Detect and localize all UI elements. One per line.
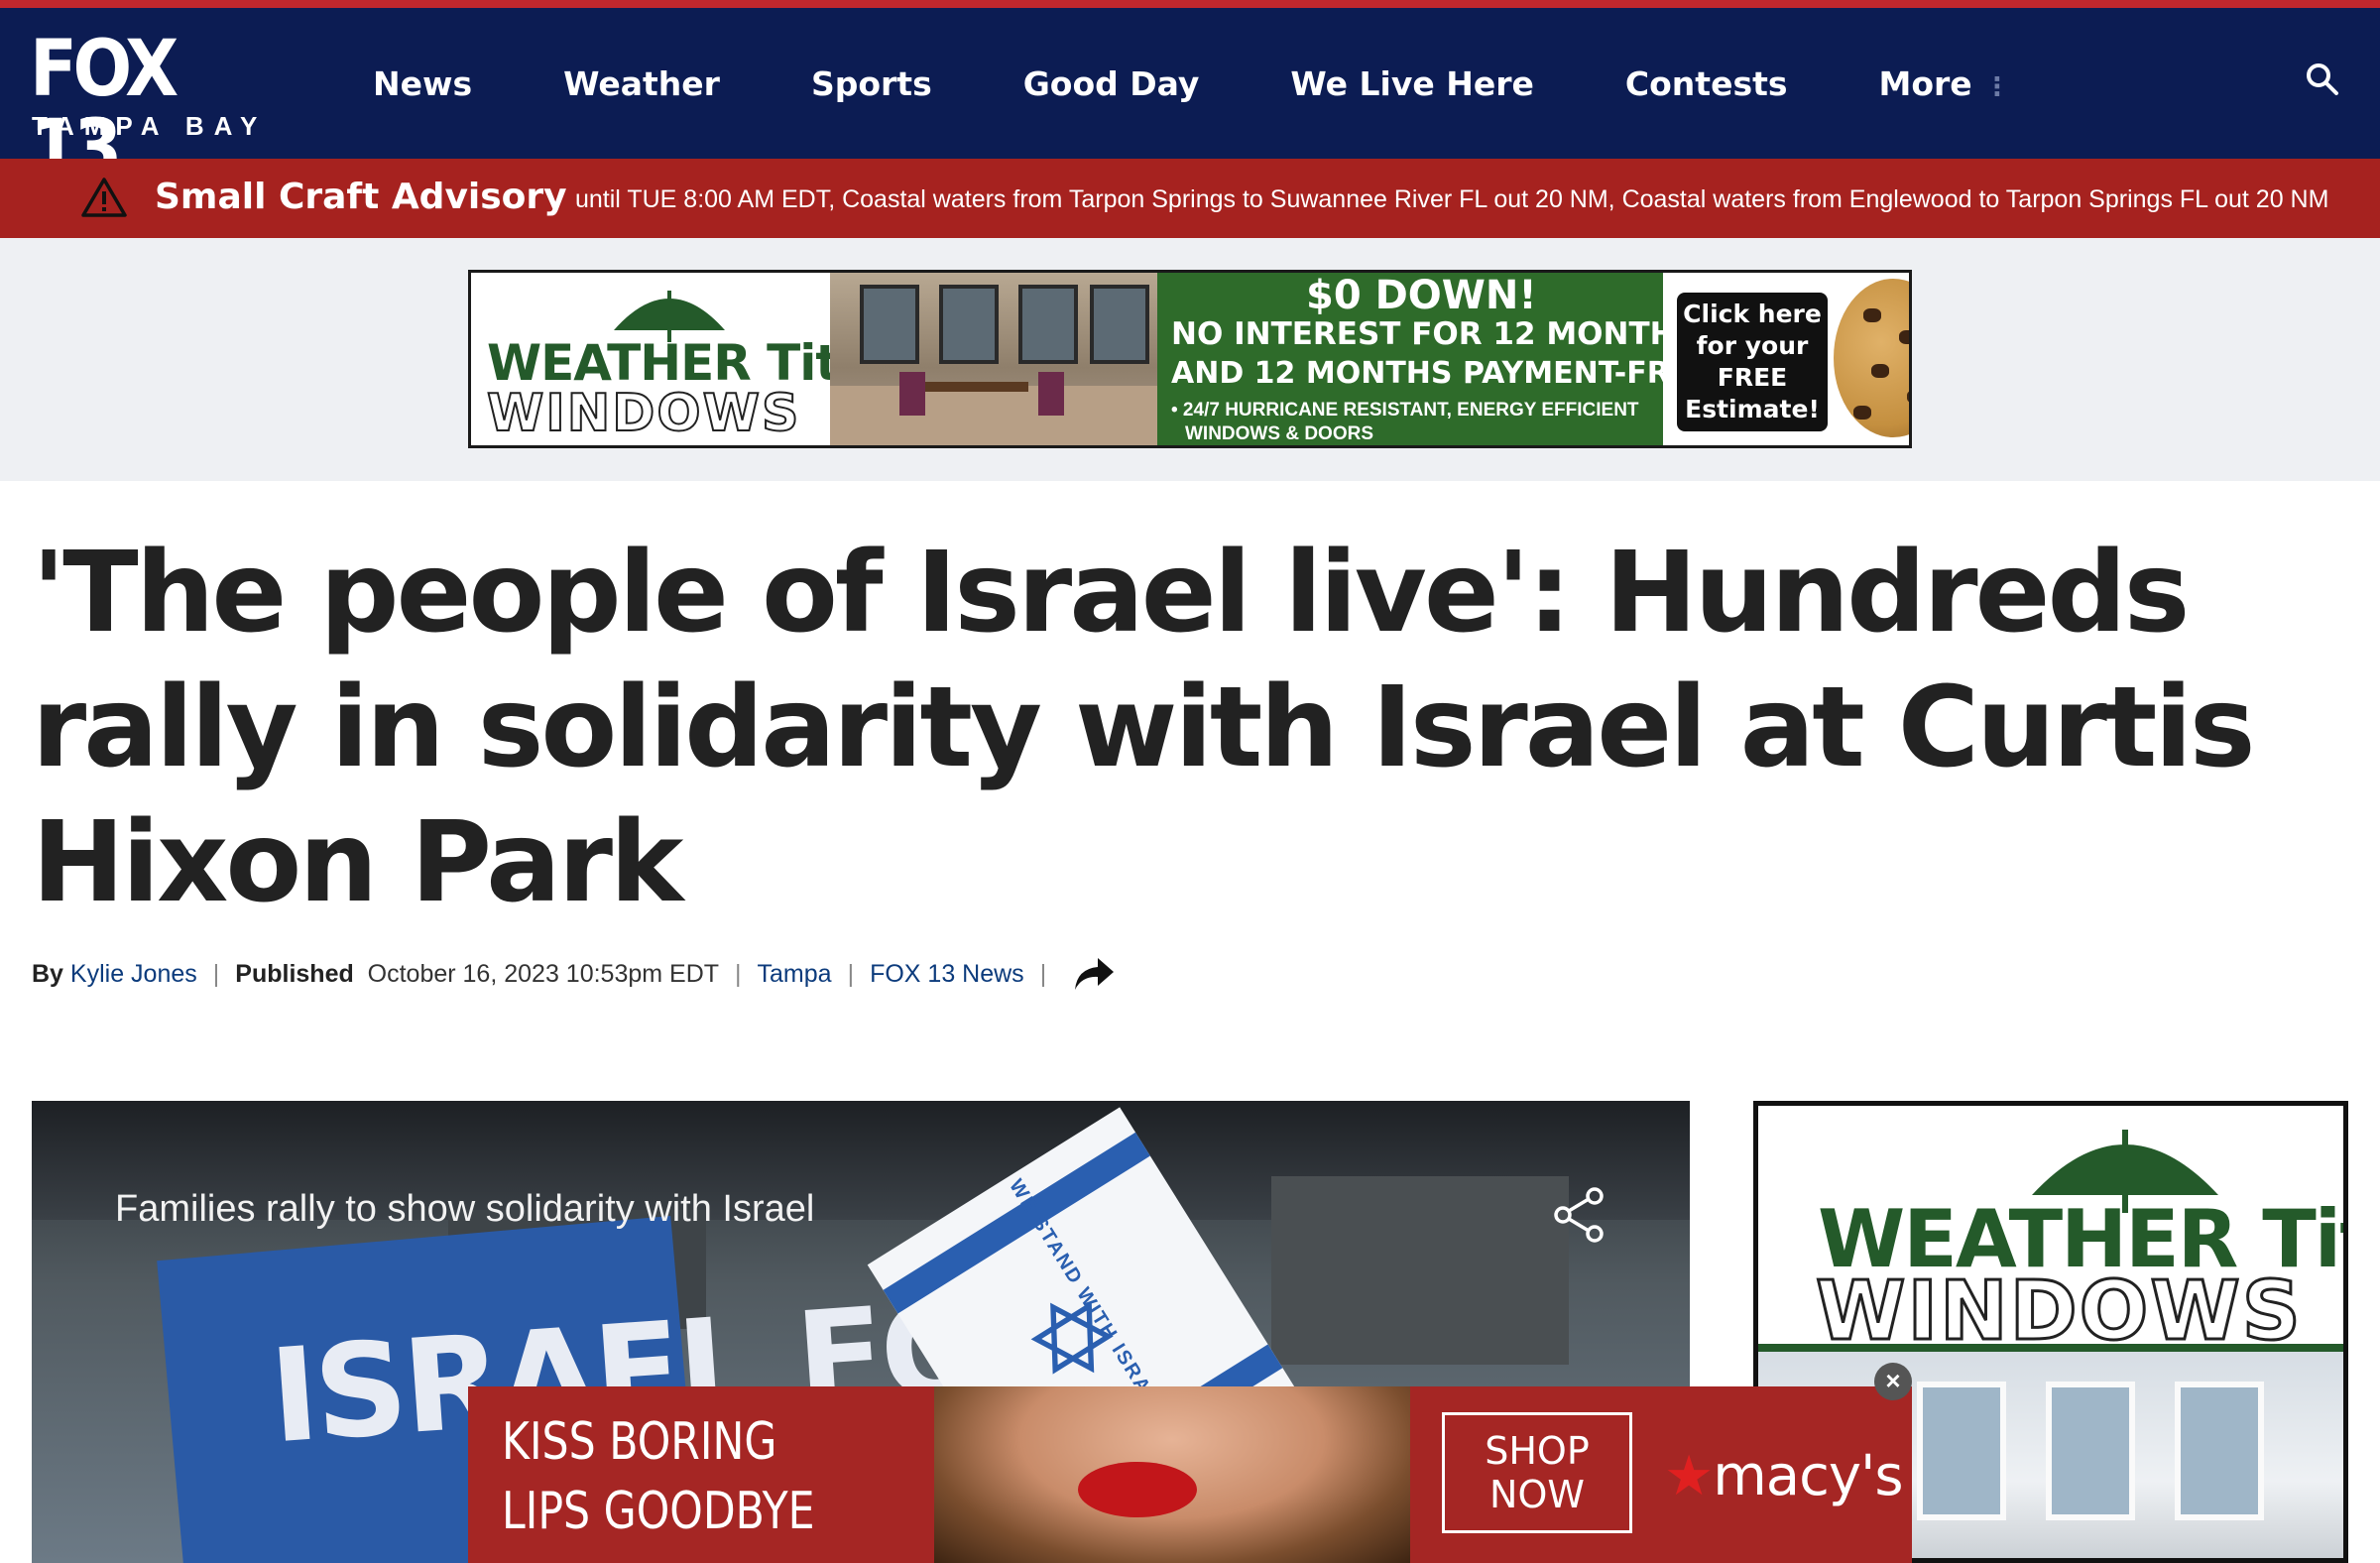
nav-item-news[interactable]: News [373,64,472,103]
share-arrow-icon[interactable] [1072,956,1116,992]
ad-offer-panel: $0 DOWN! NO INTEREST FOR 12 MONTHS AND 1… [1157,273,1724,445]
macys-ad-line1: KISS BORING [502,1412,777,1472]
cookie-image [1834,279,1909,437]
author-link[interactable]: Kylie Jones [70,960,197,989]
search-icon[interactable] [2305,61,2340,97]
room-photo [830,273,1157,445]
advisory-text: until TUE 8:00 AM EDT, Coastal waters fr… [575,185,2329,213]
nav-item-sports[interactable]: Sports [811,64,932,103]
video-title: Families rally to show solidarity with I… [115,1188,815,1230]
nav-more-label: More [1878,63,1972,103]
nav-item-we-live-here[interactable]: We Live Here [1290,64,1533,103]
macys-ad-line2: LIPS GOODBYE [502,1482,815,1541]
published-date: October 16, 2023 10:53pm EDT [367,959,720,988]
video-building [1271,1176,1569,1365]
room-window [1090,285,1149,364]
macys-logo: ★macy's [1664,1444,1904,1508]
close-ad-button[interactable]: × [1874,1363,1912,1400]
ad-cta-button[interactable]: Click here for your FREE Estimate! >> [1677,293,1828,445]
side-ad-window [1917,1382,2006,1520]
article-byline: By Kylie Jones | Published October 16, 2… [32,956,1116,992]
fox13-logo[interactable]: FOX 13 TAMPA BAY [30,30,268,188]
main-nav: News Weather Sports Good Day We Live Her… [373,8,2101,159]
more-dots-icon: ⋮ [1983,71,2010,102]
weathertite-logo: WEATHER Tite WINDOWS [471,273,872,445]
byline-separator: | [1039,959,1047,988]
side-ad-window [2046,1382,2135,1520]
room-window [860,285,919,364]
advisory-title: Small Craft Advisory [155,177,567,217]
logo-subtitle: TAMPA BAY [32,111,268,141]
ad-offer-details: • 24/7 HURRICANE RESISTANT, ENERGY EFFIC… [1171,399,1639,445]
ad-offer-line1: NO INTEREST FOR 12 MONTHS [1171,316,1698,352]
byline-by-label: By [32,959,63,988]
ad-offer-line2: AND 12 MONTHS PAYMENT-FREE! [1171,356,1725,391]
weathertite-banner-ad[interactable]: WEATHER Tite WINDOWS $0 DOWN! NO INTERES… [468,270,1912,448]
room-table [919,382,1028,392]
weather-advisory-bar[interactable]: Small Craft Advisory until TUE 8:00 AM E… [0,159,2380,238]
macys-star-icon: ★ [1664,1444,1714,1508]
ad-offer-line3: • 24/7 HURRICANE RESISTANT, ENERGY EFFIC… [1171,400,1639,421]
nav-item-good-day[interactable]: Good Day [1023,64,1200,103]
location-link[interactable]: Tampa [758,960,832,989]
side-ad-window [2175,1382,2264,1520]
ad-cta-panel[interactable]: Click here for your FREE Estimate! >> [1663,273,1909,445]
room-chair [1038,372,1064,416]
ad-offer-line4: WINDOWS & DOORS [1185,423,1373,444]
warning-icon [81,177,127,218]
source-link[interactable]: FOX 13 News [870,960,1024,989]
nav-item-more[interactable]: More ⋮ [1879,64,2010,103]
red-lips-image [1078,1462,1197,1517]
top-accent-line [0,0,2380,8]
cookie-chip [1853,406,1871,420]
nav-item-contests[interactable]: Contests [1625,64,1788,103]
macys-brand-text: macy's [1713,1444,1903,1508]
cookie-chip [1863,308,1881,322]
room-chair [899,372,925,416]
byline-separator: | [735,959,742,988]
shop-now-button[interactable]: SHOP NOW [1442,1412,1632,1533]
room-floor [830,386,1157,445]
nav-item-weather[interactable]: Weather [563,64,720,103]
article-headline: 'The people of Israel live': Hundreds ra… [32,529,2256,927]
macys-overlay-ad[interactable]: KISS BORING LIPS GOODBYE SHOP NOW ★macy'… [468,1386,1912,1563]
byline-separator: | [212,959,220,988]
cookie-chip [1899,330,1909,344]
cookie-chip [1907,390,1909,404]
byline-separator: | [847,959,855,988]
cookie-chip [1871,364,1889,378]
published-label: Published [235,959,354,988]
top-ad-band: WEATHER Tite WINDOWS $0 DOWN! NO INTERES… [0,238,2380,481]
room-window [1018,285,1078,364]
logo-windows-text: WINDOWS [486,383,801,444]
room-window [939,285,999,364]
ad-offer-headline: $0 DOWN! [1306,273,1537,318]
share-nodes-icon[interactable] [1549,1184,1610,1246]
